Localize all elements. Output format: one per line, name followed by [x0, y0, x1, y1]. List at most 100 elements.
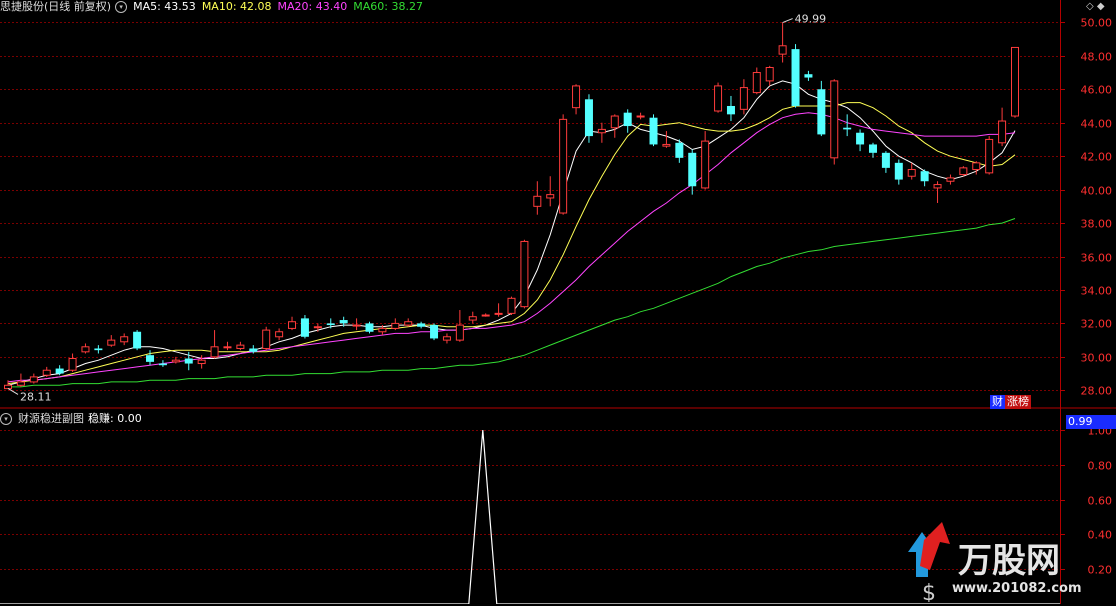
sub-y-tick-label: 0.80 — [1088, 460, 1113, 473]
candle-body — [352, 324, 361, 327]
candle-body — [16, 381, 25, 386]
candle-body — [572, 85, 581, 109]
sub-value-badge: 0.99 — [1066, 415, 1116, 429]
candle-body — [339, 320, 348, 324]
candle-body — [417, 323, 426, 327]
candle-body — [817, 89, 826, 135]
candle-body — [1011, 46, 1019, 117]
ma60-legend: MA60: 38.27 — [353, 0, 423, 13]
candle-body — [455, 324, 464, 341]
candle-body — [262, 329, 271, 349]
cai-badge[interactable]: 财 — [990, 395, 1005, 409]
candle-body — [313, 326, 322, 329]
candle-body — [597, 128, 606, 134]
candle-body — [4, 384, 12, 390]
y-tick-label: 42.00 — [1081, 151, 1113, 164]
candle-body — [197, 359, 206, 365]
ma-line-ma20 — [7, 112, 1016, 383]
candle-body — [985, 138, 994, 174]
candle-body — [675, 142, 684, 158]
high-pointer — [782, 18, 793, 23]
candle-body — [171, 359, 180, 363]
candle-body — [184, 358, 193, 364]
candle-body — [998, 120, 1007, 144]
y-tick-label: 44.00 — [1081, 118, 1113, 131]
candle-body — [662, 143, 671, 147]
candle-body — [120, 336, 129, 343]
candle-body — [868, 144, 877, 153]
candle-body — [933, 184, 942, 189]
candle-body — [107, 339, 116, 346]
candle-body — [94, 348, 103, 351]
logo-graphic: $ 万股网 www.201082.com — [908, 522, 1082, 606]
candle-body — [546, 194, 555, 199]
sub-chart-header: ▾ 财源稳进副图 稳赚: 0.00 — [0, 412, 148, 426]
candle-body — [701, 140, 710, 189]
stock-title: 思捷股份(日线 前复权) — [0, 0, 112, 13]
candle-body — [29, 376, 38, 383]
candle-body — [533, 195, 542, 207]
zhangbang-badge[interactable]: 涨榜 — [1005, 395, 1031, 409]
candle-body — [752, 72, 761, 94]
candle-body — [688, 152, 697, 187]
candle-body — [765, 67, 774, 82]
candle-body — [494, 312, 503, 315]
candle-body — [920, 171, 929, 182]
candle-body — [404, 321, 413, 326]
candle-body — [68, 358, 77, 371]
candle-body — [210, 346, 219, 358]
candle-body — [791, 49, 800, 106]
y-tick-label: 36.00 — [1081, 252, 1113, 265]
low-pointer — [7, 388, 19, 395]
candle-body — [610, 115, 619, 129]
sub-chart-title: 财源稳进副图 — [18, 412, 84, 425]
y-tick-label: 32.00 — [1081, 318, 1113, 331]
candle-body — [223, 346, 232, 349]
candle-body — [300, 318, 309, 337]
candle-body — [843, 127, 852, 130]
settings-diamond-icon[interactable]: ◇ ◆ — [1086, 0, 1114, 14]
main-chart-header: 思捷股份(日线 前复权) ▾ MA5: 43.53 MA10: 42.08 MA20: … — [0, 0, 429, 14]
logo-arrow-red — [920, 522, 950, 570]
candle-body — [81, 346, 90, 353]
y-tick-label: 30.00 — [1081, 352, 1113, 365]
candle-body — [584, 99, 593, 137]
logo-text: 万股网 — [958, 541, 1060, 581]
ma10-legend: MA10: 42.08 — [201, 0, 272, 13]
candle-body — [146, 355, 155, 362]
candle-body — [249, 348, 258, 352]
candle-body — [636, 115, 645, 118]
candle-body — [830, 80, 839, 159]
candle-body — [649, 117, 658, 145]
sub-y-tick-label: 0.60 — [1088, 495, 1113, 508]
high-label: 49.99 — [795, 13, 827, 26]
candle-body — [158, 363, 167, 366]
candle-body — [778, 45, 787, 55]
y-tick-label: 28.00 — [1081, 385, 1113, 398]
candle-body — [623, 112, 632, 127]
y-tick-label: 38.00 — [1081, 218, 1113, 231]
candle-body — [55, 368, 64, 374]
candle-body — [972, 162, 981, 171]
candle-body — [391, 322, 400, 329]
candle-body — [739, 87, 748, 110]
low-label: 28.11 — [20, 390, 52, 403]
candle-body — [959, 167, 968, 176]
ma-line-ma5 — [7, 80, 1016, 386]
wangu-logo: $ 万股网 www.201082.com — [900, 522, 1100, 606]
chevron-down-icon[interactable]: ▾ — [0, 413, 12, 425]
candle-body — [133, 331, 142, 349]
candle-body — [378, 327, 387, 333]
y-tick-label: 34.00 — [1081, 285, 1113, 298]
candle-body — [481, 314, 490, 317]
chevron-down-icon[interactable]: ▾ — [115, 1, 128, 13]
ma5-legend: MA5: 43.53 — [133, 0, 196, 13]
candle-body — [442, 336, 451, 341]
candle-body — [804, 74, 813, 78]
y-tick-label: 50.00 — [1081, 17, 1113, 30]
candle-body — [365, 323, 374, 332]
candle-body — [559, 118, 568, 214]
candle-body — [507, 297, 516, 314]
ma20-legend: MA20: 43.40 — [277, 0, 348, 13]
candle-body — [714, 85, 723, 112]
